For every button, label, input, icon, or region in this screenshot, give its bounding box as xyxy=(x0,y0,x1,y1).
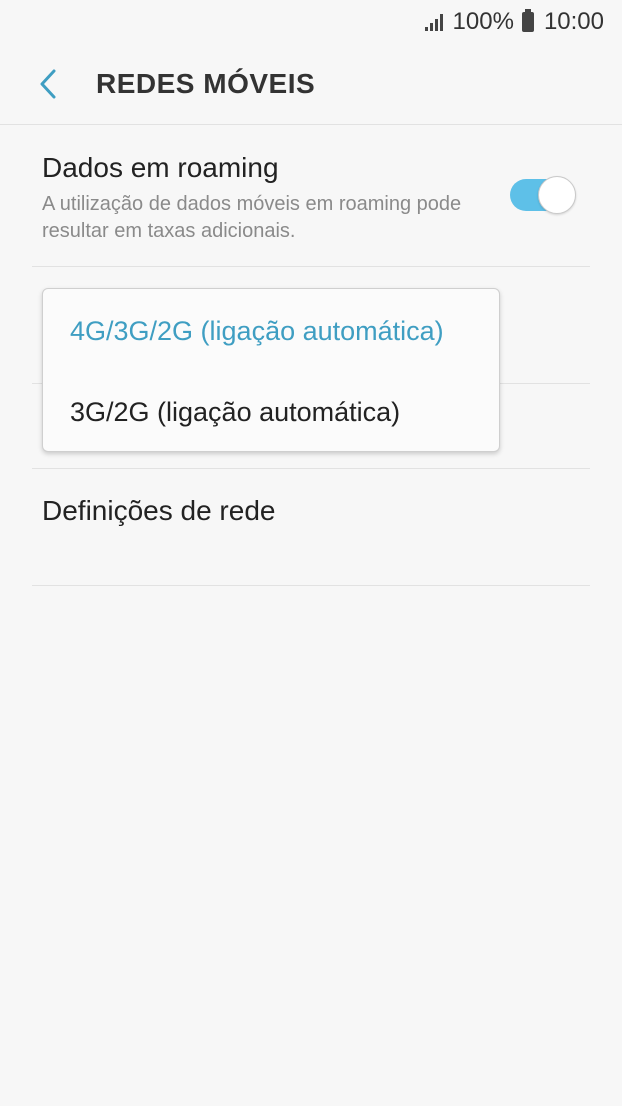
status-bar: 100% 10:00 xyxy=(0,0,622,44)
network-settings-title: Definições de rede xyxy=(42,495,276,526)
network-mode-dropdown: 4G/3G/2G (ligação automática) 3G/2G (lig… xyxy=(42,288,500,452)
dropdown-option-3g-2g[interactable]: 3G/2G (ligação automática) xyxy=(43,372,499,452)
roaming-title: Dados em roaming xyxy=(42,152,279,183)
roaming-summary: A utilização de dados móveis em roaming … xyxy=(42,193,462,242)
app-bar: REDES MÓVEIS xyxy=(0,44,622,125)
roaming-setting-row[interactable]: Dados em roaming A utilização de dados m… xyxy=(32,125,590,267)
battery-icon xyxy=(521,9,534,32)
network-settings-row[interactable]: Definições de rede xyxy=(32,469,590,586)
toggle-knob xyxy=(538,176,576,214)
dropdown-option-4g-3g-2g[interactable]: 4G/3G/2G (ligação automática) xyxy=(43,291,499,371)
roaming-toggle[interactable] xyxy=(510,176,576,214)
back-button[interactable] xyxy=(18,54,78,114)
page-title: REDES MÓVEIS xyxy=(96,68,316,99)
clock: 10:00 xyxy=(543,8,604,35)
chevron-left-icon xyxy=(40,69,56,99)
battery-percent: 100% xyxy=(452,8,514,35)
signal-icon xyxy=(424,13,443,31)
